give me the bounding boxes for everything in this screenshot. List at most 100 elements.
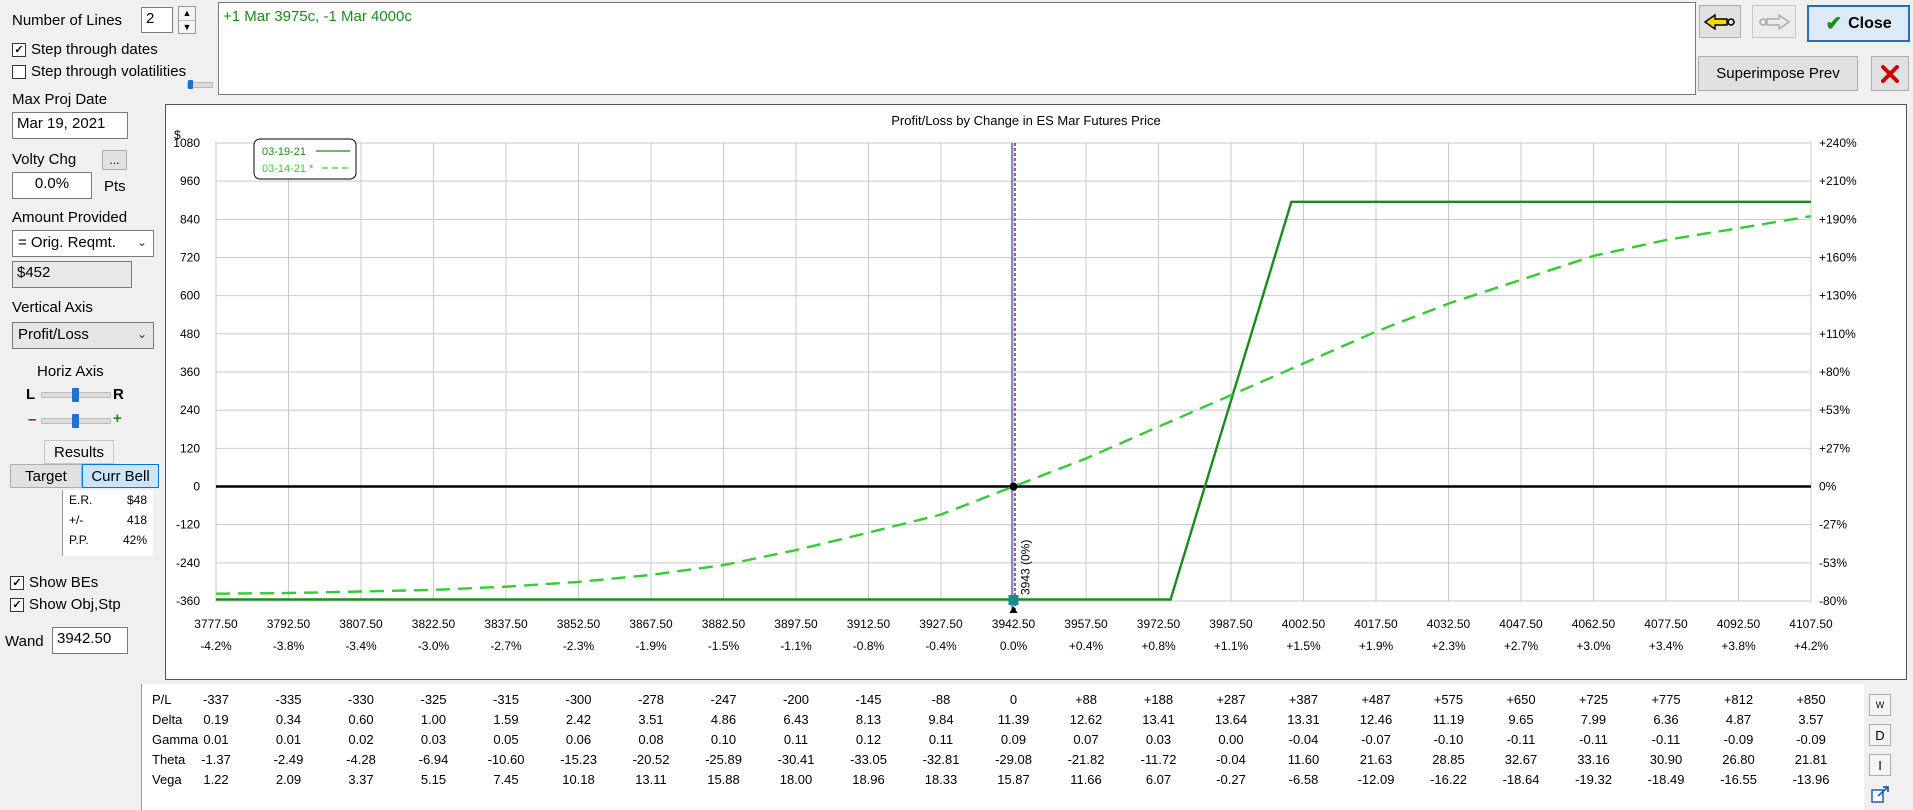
x-tick-pct-label: -2.7% <box>490 639 522 653</box>
greek-cell: -0.09 <box>1723 732 1754 747</box>
amount-provided-select[interactable]: = Orig. Reqmt. ⌄ <box>12 230 154 257</box>
greek-cell: 15.88 <box>707 772 740 787</box>
x-tick-pct-label: -1.9% <box>635 639 667 653</box>
side-button-d[interactable]: D <box>1869 724 1891 746</box>
x-tick-pct-label: -0.4% <box>925 639 957 653</box>
greek-cell: 2.42 <box>565 712 592 727</box>
x-tick-label: 4017.50 <box>1354 617 1398 631</box>
x-tick-pct-label: -3.0% <box>418 639 450 653</box>
greek-cell: -13.96 <box>1792 772 1830 787</box>
vertical-axis-value: Profit/Loss <box>18 326 89 343</box>
greek-cell: 0.01 <box>203 732 229 747</box>
x-tick-pct-label: +4.2% <box>1794 639 1829 653</box>
greek-cell: +812 <box>1723 692 1754 707</box>
y-tick-label: 600 <box>180 289 200 303</box>
back-button[interactable] <box>1699 5 1741 38</box>
slider-thumb[interactable] <box>72 388 79 402</box>
wand-input[interactable]: 3942.50 <box>52 627 128 654</box>
x-tick-label: 4107.50 <box>1789 617 1833 631</box>
greek-cell: 15.87 <box>997 772 1030 787</box>
checkbox-checked-icon[interactable]: ✓ <box>10 575 24 590</box>
checkbox-checked-icon[interactable]: ✓ <box>12 42 26 57</box>
show-bes-checkbox[interactable]: ✓ Show BEs <box>10 574 98 591</box>
y-tick-label: 480 <box>180 327 200 341</box>
slider-thumb[interactable] <box>72 414 79 428</box>
greek-cell: -20.52 <box>632 752 670 767</box>
y-tick-label: 360 <box>180 365 200 379</box>
greek-cell: 0 <box>1009 692 1018 707</box>
checkbox-unchecked-icon[interactable] <box>12 64 26 79</box>
side-button-w[interactable]: W <box>1869 694 1891 716</box>
volty-chg-input[interactable]: 0.0% <box>12 172 92 199</box>
checkbox-checked-icon[interactable]: ✓ <box>10 597 24 612</box>
greek-cell: 13.64 <box>1214 712 1248 727</box>
volatility-step-slider[interactable] <box>187 80 213 89</box>
greek-cell: 0.07 <box>1073 732 1099 747</box>
greek-cell: -300 <box>565 692 592 707</box>
superimpose-prev-button[interactable]: Superimpose Prev <box>1698 56 1858 91</box>
target-button[interactable]: Target <box>10 464 82 488</box>
greek-cell: 0.10 <box>710 732 737 747</box>
strategy-textarea[interactable]: +1 Mar 3975c, -1 Mar 4000c <box>218 2 1696 95</box>
y-tick-label: 960 <box>180 174 200 188</box>
greek-cell: 28.85 <box>1432 752 1465 767</box>
amount-value-field: $452 <box>12 261 132 288</box>
red-x-icon[interactable] <box>1881 64 1899 83</box>
profit-loss-chart[interactable]: Profit/Loss by Change in ES Mar Futures … <box>166 105 1906 679</box>
vertical-axis-select[interactable]: Profit/Loss ⌄ <box>12 322 154 349</box>
x-tick-pct-label: -1.1% <box>780 639 812 653</box>
curr-bell-button[interactable]: Curr Bell <box>82 464 159 488</box>
x-axis-ticks: 3777.50 -4.2% 3792.50 -3.8% 3807.50 -3.4% 3822… <box>194 617 1833 653</box>
x-tick-label: 4092.50 <box>1717 617 1761 631</box>
result-row-er: E.R. $48 <box>63 490 153 510</box>
forward-button[interactable] <box>1752 5 1796 38</box>
greek-cell: -0.10 <box>1433 732 1464 747</box>
x-tick-label: 3927.50 <box>919 617 963 631</box>
step-through-dates-checkbox[interactable]: ✓ Step through dates <box>12 41 158 58</box>
greek-cell: 0.01 <box>275 732 302 747</box>
y-axis-ticks: 1080 960 840 720 600 480 360 240 120 0 -120 -240 -36… <box>173 136 200 608</box>
export-icon[interactable] <box>1869 784 1891 804</box>
greek-cell: -32.81 <box>922 752 960 767</box>
greek-cell: -15.23 <box>560 752 597 767</box>
result-value: 418 <box>126 513 147 527</box>
greek-cell: 0.03 <box>420 732 447 747</box>
x-tick-pct-label: +3.0% <box>1576 639 1611 653</box>
delete-button[interactable] <box>1871 56 1909 91</box>
number-of-lines-spinner[interactable]: ▲ ▼ <box>178 6 196 34</box>
greeks-table: P/L -337 -335 -330 -325 -315 -300 -278 -247 -200 -… <box>141 684 1864 810</box>
spin-down-icon[interactable]: ▼ <box>179 21 195 34</box>
greek-cell: -330 <box>347 692 375 707</box>
volty-more-button[interactable]: ... <box>102 150 127 170</box>
greek-cell: 0.60 <box>348 712 374 727</box>
y2-tick-label: +110% <box>1819 327 1856 341</box>
greek-cell: -325 <box>420 692 447 707</box>
spin-up-icon[interactable]: ▲ <box>179 7 195 21</box>
chart-grid <box>215 142 1812 602</box>
greek-cell: 10.18 <box>562 772 595 787</box>
side-button-i[interactable]: I <box>1869 754 1891 776</box>
zoom-slider[interactable] <box>41 414 111 428</box>
greek-cell: -200 <box>782 692 810 707</box>
y-tick-label: 0 <box>193 480 200 494</box>
horiz-axis-slider[interactable] <box>41 388 111 402</box>
step-through-volatilities-checkbox[interactable]: Step through volatilities <box>12 63 186 80</box>
greek-cell: 21.81 <box>1794 752 1828 767</box>
right-arrow-icon[interactable] <box>1757 13 1791 31</box>
y-tick-label: 840 <box>180 212 200 226</box>
left-arrow-icon[interactable] <box>1703 13 1737 31</box>
number-of-lines-input[interactable]: 2 <box>141 7 173 33</box>
greek-cell: 26.80 <box>1722 752 1755 767</box>
results-header: Results <box>44 440 114 464</box>
show-obj-stp-checkbox[interactable]: ✓ Show Obj,Stp <box>10 596 121 613</box>
greek-cell: -0.07 <box>1361 732 1391 747</box>
max-proj-date-input[interactable]: Mar 19, 2021 <box>12 112 128 139</box>
greek-cell: 11.60 <box>1287 752 1320 767</box>
greek-cell: 6.07 <box>1145 772 1172 787</box>
wand-label: 3943 (0%) <box>1019 540 1033 595</box>
checkmark-icon: ✔ <box>1825 13 1843 35</box>
legend-entry-expiry: 03-19-21 <box>262 146 306 158</box>
close-button[interactable]: ✔ Close <box>1807 5 1910 42</box>
x-tick-label: 4047.50 <box>1499 617 1543 631</box>
y2-tick-label: -27% <box>1819 518 1847 532</box>
